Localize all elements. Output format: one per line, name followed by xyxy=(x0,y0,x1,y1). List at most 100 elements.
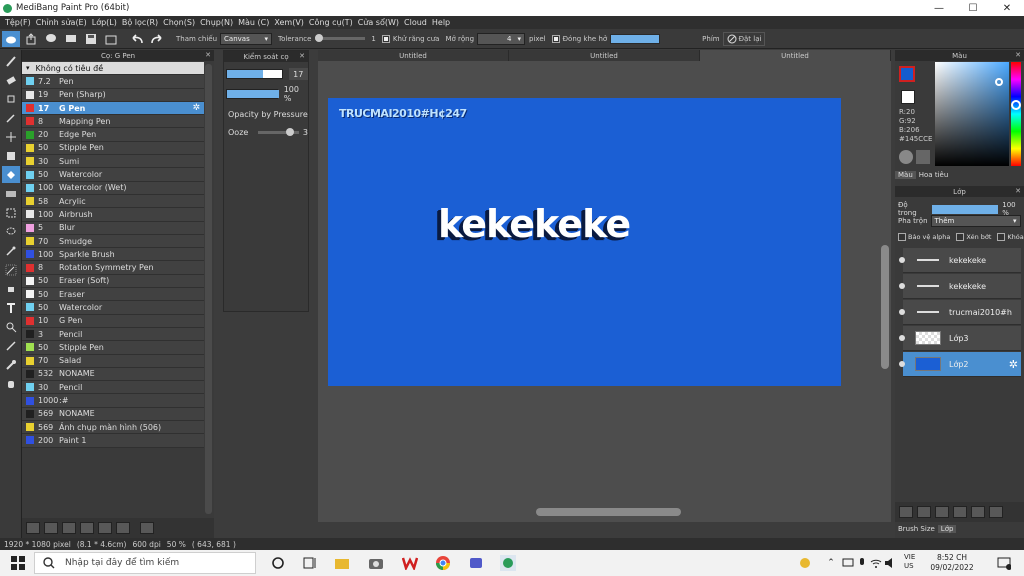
tab-brush-size[interactable]: Brush Size xyxy=(895,525,938,533)
reference-select[interactable]: Canvas ▾ xyxy=(220,32,273,45)
hue-slider[interactable] xyxy=(1011,62,1021,166)
new-layer-icon[interactable] xyxy=(899,506,913,518)
move-tool-icon[interactable] xyxy=(2,128,20,145)
menu-select[interactable]: Chọn(S) xyxy=(163,18,195,27)
camera-icon[interactable] xyxy=(368,555,384,571)
size-value-box[interactable]: 17 xyxy=(288,68,308,80)
windows-start-icon[interactable] xyxy=(10,555,26,571)
brush-item[interactable]: 569 NONAME xyxy=(22,407,204,422)
brush-item[interactable]: 10 G Pen xyxy=(22,314,204,328)
layer-row[interactable]: kekekeke xyxy=(899,248,1021,273)
brush-category[interactable]: ▾ Không có tiêu đề xyxy=(22,62,204,76)
maximize-button[interactable]: ☐ xyxy=(956,0,990,16)
pressure-row[interactable]: Opacity by Pressure xyxy=(228,110,308,119)
undo-icon[interactable] xyxy=(128,31,146,47)
color-picker-cursor[interactable] xyxy=(995,78,1003,86)
eyedrop-color-icon[interactable] xyxy=(916,150,930,164)
background-color-swatch[interactable] xyxy=(901,90,915,104)
brush-item[interactable]: 1000:# xyxy=(22,394,204,408)
operation-tool-icon[interactable] xyxy=(2,318,20,335)
brush-item[interactable]: 50 Watercolor xyxy=(22,168,204,182)
brush-item[interactable]: 50 Eraser (Soft) xyxy=(22,274,204,289)
trash-icon[interactable] xyxy=(140,522,154,534)
merge-layer-icon[interactable] xyxy=(971,506,985,518)
eraser-tool-icon[interactable] xyxy=(2,71,20,88)
select-pen-icon[interactable] xyxy=(2,261,20,278)
visibility-eye-icon[interactable] xyxy=(899,361,905,367)
chrome-icon[interactable] xyxy=(435,555,451,571)
ooze-handle[interactable] xyxy=(285,128,294,136)
close-icon[interactable]: ✕ xyxy=(299,52,305,60)
tab-color[interactable]: Màu xyxy=(895,171,916,179)
close-icon[interactable]: ✕ xyxy=(1015,51,1021,59)
menu-layer[interactable]: Lớp(L) xyxy=(92,18,117,27)
folder-icon[interactable] xyxy=(98,522,112,534)
copy-icon[interactable] xyxy=(116,522,130,534)
teams-icon[interactable] xyxy=(468,555,484,571)
visibility-eye-icon[interactable] xyxy=(899,257,905,263)
brush-item[interactable]: 70 Salad xyxy=(22,354,204,368)
brush-list-scrollbar[interactable] xyxy=(205,64,212,514)
share-icon[interactable] xyxy=(22,31,40,47)
layer-row[interactable]: trucmai2010#h xyxy=(899,300,1021,325)
save-icon[interactable] xyxy=(82,31,100,47)
palette-icon[interactable] xyxy=(899,150,913,164)
tray-chevron-icon[interactable]: ⌃ xyxy=(823,555,839,571)
tab-navigator[interactable]: Hoa tiêu xyxy=(916,171,952,179)
brush-item[interactable]: 8 Mapping Pen xyxy=(22,115,204,129)
layer-folder-icon[interactable] xyxy=(953,506,967,518)
volume-icon[interactable] xyxy=(882,555,898,571)
tab-layer[interactable]: Lớp xyxy=(937,525,957,533)
foreground-color-swatch[interactable] xyxy=(899,66,915,82)
brush-tool-icon[interactable] xyxy=(2,52,20,69)
menu-snap[interactable]: Chụp(N) xyxy=(200,18,233,27)
notification-icon[interactable] xyxy=(996,555,1012,571)
close-icon[interactable]: ✕ xyxy=(205,51,211,59)
color-saturation-picker[interactable] xyxy=(935,62,1009,166)
brush-item[interactable]: 200 Paint 1 xyxy=(22,434,204,448)
menu-view[interactable]: Xem(V) xyxy=(274,18,304,27)
taskbar-search[interactable]: Nhập tại đây để tìm kiếm xyxy=(34,552,256,574)
wps-office-icon[interactable] xyxy=(402,555,418,571)
brush-item[interactable]: 50 Stipple Pen xyxy=(22,341,204,355)
menu-filter[interactable]: Bộ lọc(R) xyxy=(122,18,158,27)
eyedropper-icon[interactable] xyxy=(2,356,20,373)
menu-tools[interactable]: Công cụ(T) xyxy=(309,18,353,27)
menu-file[interactable]: Tệp(F) xyxy=(5,18,31,27)
reset-button[interactable]: Đặt lại xyxy=(722,31,766,46)
protect-alpha-checkbox[interactable] xyxy=(898,233,906,241)
brush-item[interactable]: 3 Pencil xyxy=(22,327,204,342)
layer-row[interactable]: Lớp3 xyxy=(899,326,1021,351)
gear-icon[interactable]: ✲ xyxy=(192,103,200,113)
cortana-icon[interactable] xyxy=(270,555,286,571)
delete-layer-icon[interactable] xyxy=(989,506,1003,518)
menu-cloud[interactable]: Cloud xyxy=(404,18,427,27)
magic-wand-icon[interactable] xyxy=(2,242,20,259)
brush-item[interactable]: 50 Watercolor xyxy=(22,301,204,315)
brush-item[interactable]: 5 Blur xyxy=(22,221,204,235)
select-tool-icon[interactable] xyxy=(2,204,20,221)
cloud-icon[interactable] xyxy=(2,30,20,47)
brush-item[interactable]: 532 NONAME xyxy=(22,367,204,382)
horizontal-scrollbar[interactable] xyxy=(536,508,681,516)
brush-item[interactable]: 7.2 Pen xyxy=(22,75,204,89)
weather-icon[interactable] xyxy=(797,555,813,571)
tab-untitled-3[interactable]: Untitled xyxy=(700,50,891,61)
medibang-icon[interactable] xyxy=(500,555,516,571)
gap-level-bar[interactable] xyxy=(610,33,661,44)
brush-settings-icon[interactable] xyxy=(80,522,94,534)
clipping-checkbox[interactable] xyxy=(956,233,965,241)
brush-item[interactable]: 50 Eraser xyxy=(22,288,204,302)
hue-handle[interactable] xyxy=(1011,100,1021,110)
brush-item[interactable]: 100 Airbrush xyxy=(22,208,204,222)
visibility-eye-icon[interactable] xyxy=(899,309,905,315)
brush-menu-icon[interactable] xyxy=(62,522,76,534)
brush-item[interactable]: 569 Ảnh chụp màn hình (506) xyxy=(22,421,204,435)
menu-color[interactable]: Màu (C) xyxy=(238,18,269,27)
gradient-tool-icon[interactable] xyxy=(2,185,20,202)
shape-tool-icon[interactable] xyxy=(2,147,20,164)
antialias-checkbox[interactable] xyxy=(381,34,390,43)
task-view-icon[interactable] xyxy=(302,555,318,571)
hand-tool-icon[interactable] xyxy=(2,375,20,392)
vertical-scrollbar[interactable] xyxy=(881,245,889,369)
